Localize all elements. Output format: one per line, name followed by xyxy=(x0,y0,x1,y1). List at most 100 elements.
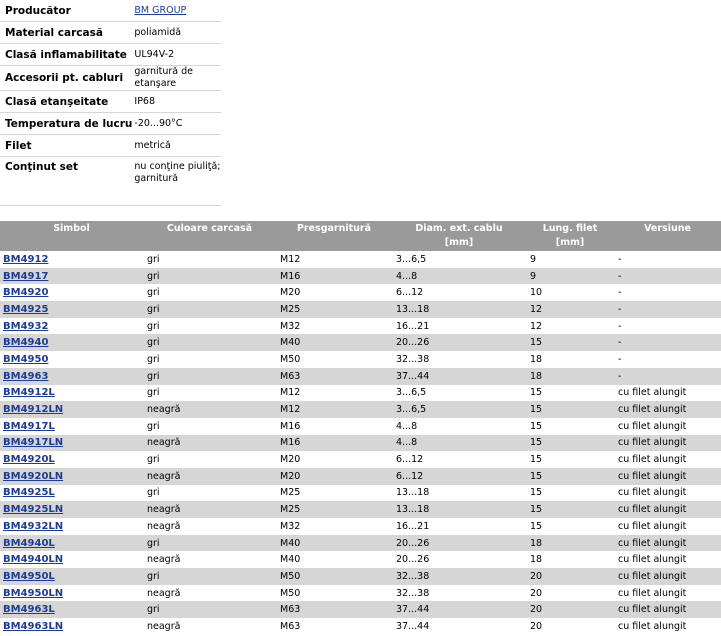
spec-value: -20...90°C xyxy=(132,112,221,135)
thread-length: 15 xyxy=(526,501,614,518)
product-symbol[interactable]: BM4950LN xyxy=(0,585,143,602)
product-symbol[interactable]: BM4917 xyxy=(0,267,143,285)
cable-diameter: 16...21 xyxy=(396,320,430,332)
housing-color: neagră xyxy=(143,434,276,452)
product-symbol[interactable]: BM4912LN xyxy=(0,401,143,418)
product-symbol[interactable]: BM4920LN xyxy=(0,467,143,485)
product-link[interactable]: BM4912LN xyxy=(3,404,63,415)
product-symbol[interactable]: BM4963LN xyxy=(0,618,143,635)
cable-diameter: 6...12 xyxy=(392,467,526,485)
spec-label: Accesorii pt. cabluri xyxy=(0,65,133,91)
product-link[interactable]: BM4950 xyxy=(3,354,48,365)
spec-label: Producător xyxy=(0,0,133,22)
product-symbol[interactable]: BM4920 xyxy=(0,284,143,301)
thread-length: 15 xyxy=(530,454,543,466)
version: - xyxy=(618,287,622,299)
product-link[interactable]: BM4920LN xyxy=(3,471,63,482)
header-thread-length: Lung. filet [mm] xyxy=(526,221,614,251)
thread-length: 15 xyxy=(526,467,614,485)
product-symbol[interactable]: BM4963 xyxy=(0,367,143,385)
product-link[interactable]: BM4940 xyxy=(3,337,48,348)
housing-color: gri xyxy=(143,301,276,318)
product-link[interactable]: BM4950LN xyxy=(3,588,63,599)
product-symbol[interactable]: BM4940 xyxy=(0,334,143,352)
products-body: BM4912 gri M12 3...6,5 9- BM4917 gri M16 4...8 9-… xyxy=(0,251,721,635)
gland-size: M25 xyxy=(276,301,392,318)
product-link[interactable]: BM4925LN xyxy=(3,504,63,515)
product-link[interactable]: BM4912 xyxy=(3,254,48,265)
spec-label: Filet xyxy=(0,134,133,157)
gland-size: M63 xyxy=(276,367,392,385)
table-row: BM4925L gri M25 13...18 15 cu filet alungit xyxy=(0,485,721,502)
product-link[interactable]: BM4963LN xyxy=(3,621,63,632)
product-symbol[interactable]: BM4950 xyxy=(0,351,143,368)
gland-size: M12 xyxy=(280,387,301,399)
thread-length: 12 xyxy=(530,320,543,332)
product-link[interactable]: BM4920 xyxy=(3,287,48,298)
thread-length: 15 xyxy=(530,520,543,532)
thread-length: 18 xyxy=(530,353,543,365)
cable-diameter: 6...12 xyxy=(396,287,424,299)
product-link[interactable]: BM4940L xyxy=(3,538,55,549)
product-symbol[interactable]: BM4912L xyxy=(0,385,143,402)
header-gland: Presgarnitură xyxy=(276,221,392,251)
product-symbol[interactable]: BM4963L xyxy=(0,601,143,619)
spec-row: Material carcasă poliamidă xyxy=(0,21,221,44)
header-color: Culoare carcasă xyxy=(143,221,276,251)
cable-diameter: 16...21 xyxy=(396,520,430,532)
product-symbol[interactable]: BM4912 xyxy=(0,251,143,268)
product-link[interactable]: BM4950L xyxy=(3,571,55,582)
product-link[interactable]: BM4925 xyxy=(3,304,48,315)
header-version: Versiune xyxy=(614,221,721,251)
product-link[interactable]: BM4940LN xyxy=(3,554,63,565)
spec-value: metrică xyxy=(132,134,221,157)
product-link[interactable]: BM4963 xyxy=(3,371,48,382)
gland-size: M16 xyxy=(276,267,392,285)
housing-color: neagră xyxy=(147,554,181,566)
product-link[interactable]: BM4917LN xyxy=(3,437,63,448)
producer-link-cell[interactable]: BM GROUP xyxy=(132,0,221,22)
product-symbol[interactable]: BM4925L xyxy=(0,485,143,502)
product-symbol[interactable]: BM4920L xyxy=(0,451,143,468)
gland-size: M63 xyxy=(276,601,392,619)
product-link[interactable]: BM4963L xyxy=(3,604,55,615)
product-link[interactable]: BM4917L xyxy=(3,421,55,432)
version: cu filet alungit xyxy=(618,487,687,499)
cable-diameter: 13...18 xyxy=(392,501,526,518)
table-row: BM4963 gri M63 37...44 18- xyxy=(0,367,721,385)
product-symbol[interactable]: BM4940L xyxy=(0,534,143,552)
product-symbol[interactable]: BM4940LN xyxy=(0,551,143,568)
product-link[interactable]: BM4912L xyxy=(3,387,55,398)
housing-color: neagră xyxy=(143,467,276,485)
version: cu filet alungit xyxy=(614,401,721,418)
gland-size: M50 xyxy=(280,353,301,365)
product-symbol[interactable]: BM4925LN xyxy=(0,501,143,518)
housing-color: gri xyxy=(147,454,160,466)
cable-diameter: 4...8 xyxy=(396,420,418,432)
gland-size: M32 xyxy=(280,520,301,532)
gland-size: M50 xyxy=(280,587,301,599)
producer-link[interactable]: BM GROUP xyxy=(134,5,186,16)
cable-diameter: 37...44 xyxy=(392,367,526,385)
product-link[interactable]: BM4920L xyxy=(3,454,55,465)
product-symbol[interactable]: BM4917L xyxy=(0,418,143,435)
gland-size: M50 xyxy=(276,568,392,585)
table-row: BM4920LN neagră M20 6...12 15 cu filet alungi… xyxy=(0,467,721,485)
product-symbol[interactable]: BM4917LN xyxy=(0,434,143,452)
cable-diameter: 20...26 xyxy=(392,534,526,552)
table-row: BM4963L gri M63 37...44 20 cu filet alungit xyxy=(0,601,721,619)
product-symbol[interactable]: BM4925 xyxy=(0,301,143,318)
product-link[interactable]: BM4932LN xyxy=(3,521,63,532)
cable-diameter: 32...38 xyxy=(396,353,430,365)
product-link[interactable]: BM4932 xyxy=(3,321,48,332)
cable-diameter: 13...18 xyxy=(392,301,526,318)
product-link[interactable]: BM4917 xyxy=(3,271,48,282)
product-symbol[interactable]: BM4932 xyxy=(0,318,143,335)
product-symbol[interactable]: BM4950L xyxy=(0,568,143,585)
spec-row: Accesorii pt. cabluri garnitură de etanşa… xyxy=(0,65,221,91)
gland-size: M32 xyxy=(280,320,301,332)
product-symbol[interactable]: BM4932LN xyxy=(0,518,143,535)
gland-size: M12 xyxy=(280,253,301,265)
product-link[interactable]: BM4925L xyxy=(3,487,55,498)
housing-color: neagră xyxy=(147,620,181,632)
